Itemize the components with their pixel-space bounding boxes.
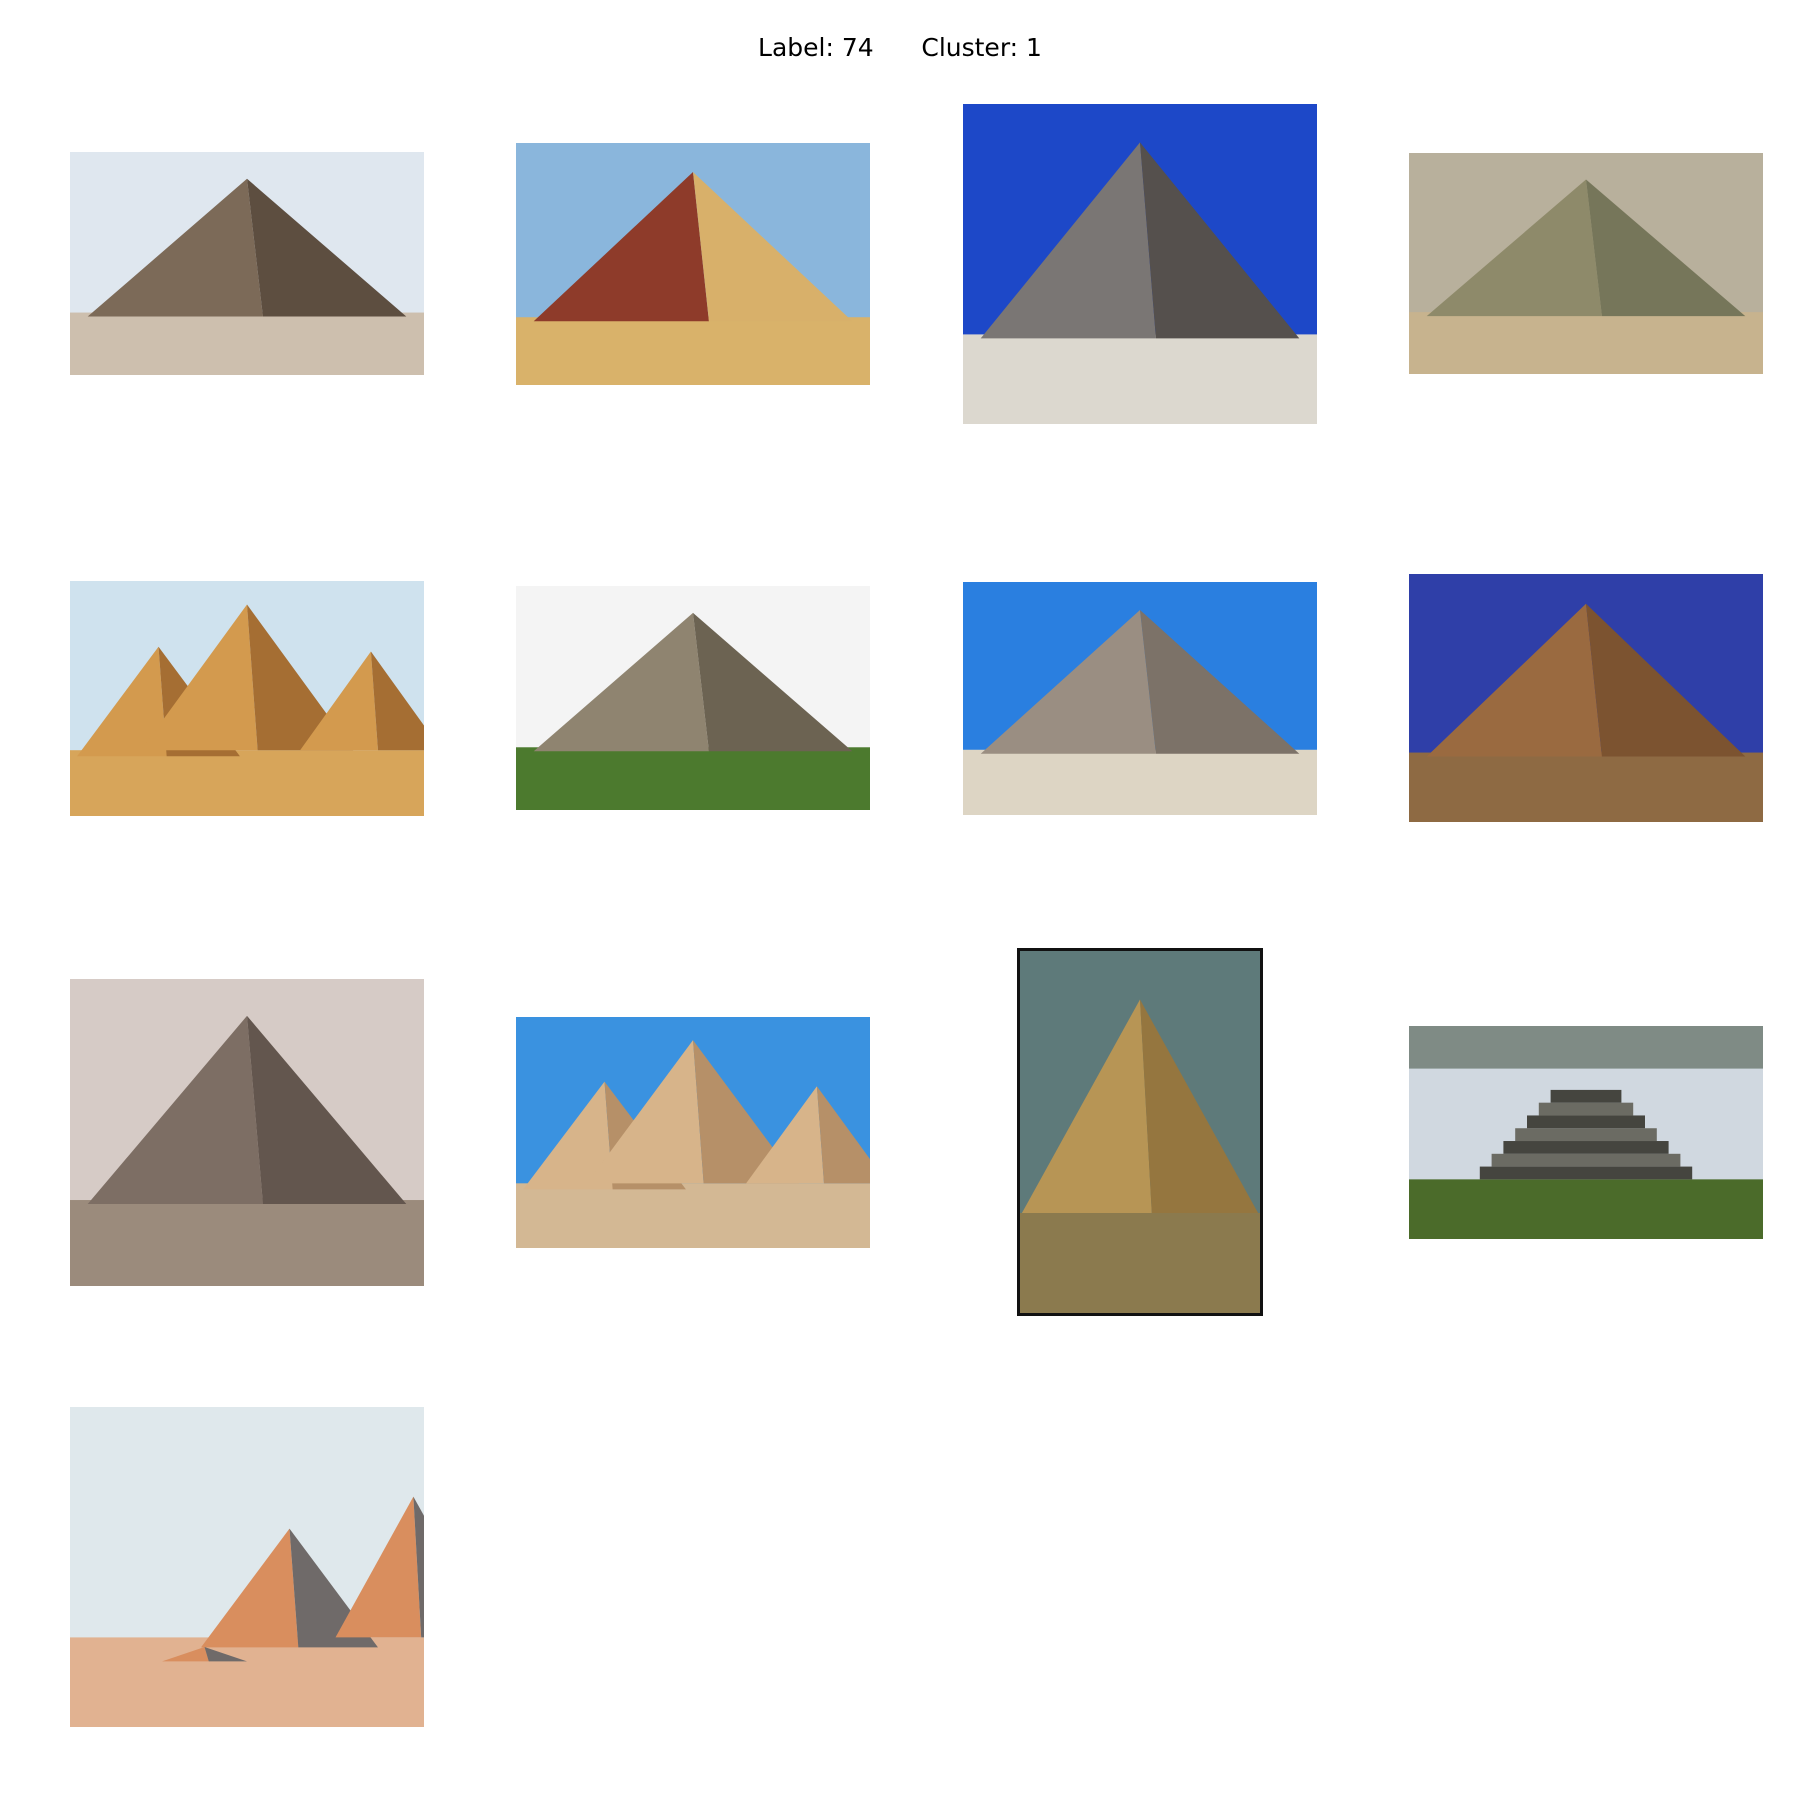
cluster-figure: Label: 74 Cluster: 1 <box>0 0 1800 1800</box>
thumbnail-3 <box>963 104 1317 424</box>
cluster-text: Cluster: 1 <box>921 33 1042 62</box>
photo-stone-cairn-pyramid <box>516 586 870 810</box>
label-text: Label: 74 <box>758 33 874 62</box>
thumbnail-11 <box>1017 948 1263 1316</box>
thumbnail-13 <box>70 1407 424 1727</box>
thumbnail-2 <box>516 143 870 385</box>
thumbnail-8 <box>1409 574 1763 822</box>
thumbnail-6 <box>516 586 870 810</box>
figure-title: Label: 74 Cluster: 1 <box>0 30 1800 66</box>
photo-grey-pyramid-blue-sky <box>963 104 1317 424</box>
photo-three-giza-pyramids <box>70 581 424 816</box>
thumbnail-10 <box>516 1017 870 1248</box>
photo-pyramid-behind-sand <box>963 582 1317 815</box>
photo-great-pyramid-with-riders <box>70 152 424 375</box>
photo-faded-pyramid-photo <box>1409 153 1763 374</box>
photo-framed-pyramid-ruins <box>1017 948 1263 1316</box>
photo-pyramids-at-dusk <box>70 1407 424 1727</box>
thumbnail-1 <box>70 152 424 375</box>
photo-three-pyramids-desert <box>516 1017 870 1248</box>
photo-red-pyramid-in-dunes <box>516 143 870 385</box>
thumbnail-12 <box>1409 1026 1763 1239</box>
thumbnail-5 <box>70 581 424 816</box>
photo-mayan-temple <box>1409 1026 1763 1239</box>
thumbnail-9 <box>70 979 424 1286</box>
thumbnail-7 <box>963 582 1317 815</box>
thumbnail-4 <box>1409 153 1763 374</box>
photo-brown-pyramid-close <box>1409 574 1763 822</box>
photo-hazy-pyramid-aerial <box>70 979 424 1286</box>
